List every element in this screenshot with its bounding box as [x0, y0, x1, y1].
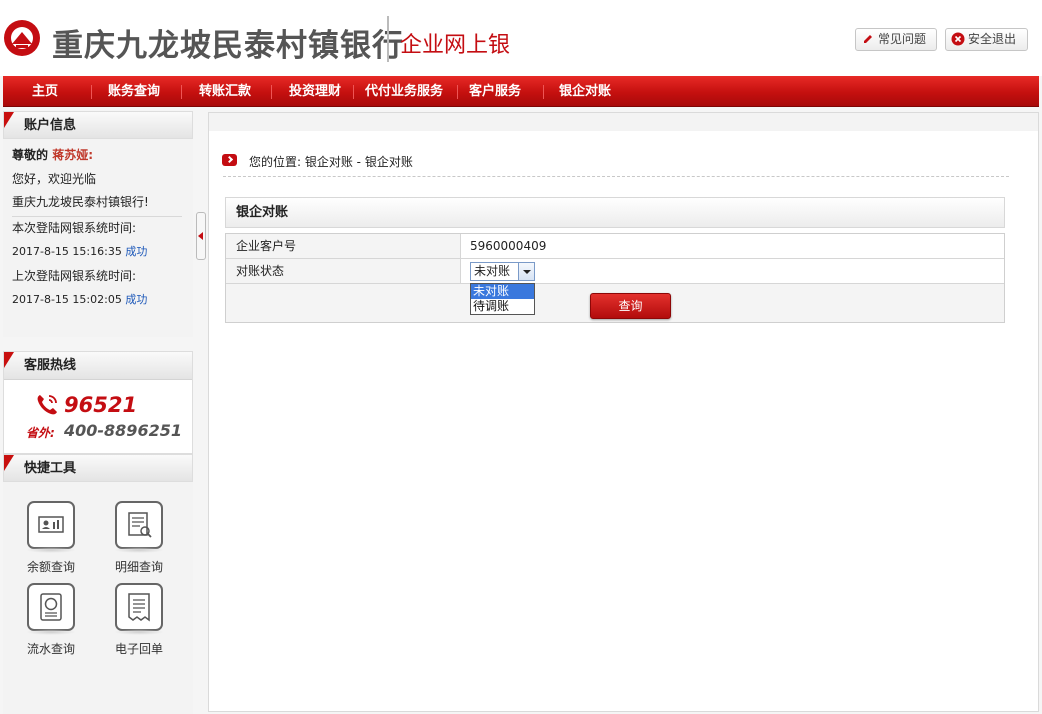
hotline-panel: 客服热线 96521 省外: 400-8896251 [3, 351, 193, 454]
nav-home[interactable]: 主页 [32, 76, 58, 107]
account-info-header: 账户信息 [3, 111, 193, 139]
account-info-title: 账户信息 [24, 118, 77, 133]
logout-label: 安全退出 [968, 32, 1017, 46]
nav-separator [543, 85, 544, 99]
main-content: 您的位置: 银企对账 - 银企对账 银企对账 企业客户号 5960000409 … [208, 112, 1039, 712]
last-login-line: 2017-8-15 15:02:05 成功 [12, 291, 147, 307]
nav-payment-service[interactable]: 代付业务服务 [365, 76, 443, 107]
tool-e-receipt[interactable]: 电子回单 [104, 583, 174, 665]
chevron-left-icon [198, 232, 203, 240]
last-login-status[interactable]: 成功 [125, 293, 147, 306]
nav-separator [271, 85, 272, 99]
breadcrumb: 您的位置: 银企对账 - 银企对账 [249, 155, 413, 169]
status-selected-value: 未对账 [474, 264, 511, 278]
quick-tools-title: 快捷工具 [24, 461, 77, 476]
corner-marker [4, 112, 14, 128]
tool-shadow [26, 547, 76, 553]
form-row-status: 对账状态 [226, 259, 1004, 284]
form-button-row: 查询 [226, 284, 1004, 322]
customer-name: 蒋苏娅: [52, 148, 94, 162]
sidebar-collapse-handle[interactable] [196, 212, 206, 260]
hotline-out-label: 省外: [26, 426, 55, 440]
header: 重庆九龙坡民泰村镇银行 企业网上银 常见问题 安全退出 [0, 0, 1042, 76]
hotline-header: 客服热线 [4, 352, 192, 380]
nav-separator [353, 85, 354, 99]
this-login-line: 2017-8-15 15:16:35 成功 [12, 243, 147, 259]
status-option-pending-adjust[interactable]: 待调账 [471, 299, 534, 314]
this-login-status[interactable]: 成功 [125, 245, 147, 258]
tool-shadow [114, 629, 164, 635]
nav-separator [91, 85, 92, 99]
tool-shadow [26, 629, 76, 635]
tool-statement-query[interactable]: 流水查询 [16, 583, 86, 665]
nav-transfer[interactable]: 转账汇款 [199, 76, 251, 107]
tool-label: 流水查询 [26, 642, 75, 656]
welcome-line-2: 重庆九龙坡民泰村镇银行! [12, 193, 182, 217]
hotline-out-number: 400-8896251 [64, 421, 182, 440]
customer-no-value: 5960000409 [470, 239, 547, 253]
section-title: 银企对账 [225, 197, 1005, 228]
nav-investment[interactable]: 投资理财 [289, 76, 341, 107]
this-login-label: 本次登陆网银系统时间: [12, 221, 137, 235]
pencil-icon [864, 35, 872, 43]
logout-button[interactable]: 安全退出 [945, 28, 1028, 51]
status-select[interactable]: 未对账 [470, 262, 535, 281]
status-label: 对账状态 [226, 259, 461, 283]
last-login-label: 上次登陆网银系统时间: [12, 269, 137, 283]
tool-shadow [114, 547, 164, 553]
faq-label: 常见问题 [878, 32, 927, 46]
chevron-down-icon[interactable] [518, 263, 534, 280]
main-nav: 主页 账务查询 转账汇款 投资理财 代付业务服务 客户服务 银企对账 [3, 76, 1039, 107]
bank-name: 重庆九龙坡民泰村镇银行 [52, 28, 404, 64]
faq-button[interactable]: 常见问题 [855, 28, 937, 51]
reconciliation-form: 企业客户号 5960000409 对账状态 查询 [225, 233, 1005, 323]
last-login-time: 2017-8-15 15:02:05 [12, 293, 122, 306]
account-info-panel: 账户信息 尊敬的 蒋苏娅: 您好，欢迎光临 重庆九龙坡民泰村镇银行! 本次登陆网… [3, 111, 193, 337]
hotline-number: 96521 [64, 393, 138, 417]
tool-balance-query[interactable]: 余额查询 [16, 501, 86, 583]
quick-tools-panel: 快捷工具 余额查询 明细查询 流水查询 电子回单 [3, 454, 193, 714]
greeting-prefix: 尊敬的 [12, 148, 49, 162]
sidebar: 账户信息 尊敬的 蒋苏娅: 您好，欢迎光临 重庆九龙坡民泰村镇银行! 本次登陆网… [3, 111, 193, 714]
tool-label: 余额查询 [26, 560, 75, 574]
main-top-strip [209, 113, 1038, 131]
receipt-icon [115, 583, 163, 631]
welcome-line-1: 您好，欢迎光临 [12, 172, 97, 186]
status-option-unreconciled[interactable]: 未对账 [471, 284, 534, 299]
header-divider [387, 16, 389, 62]
quick-tools-header: 快捷工具 [3, 454, 193, 482]
breadcrumb-divider [223, 176, 1009, 177]
nav-customer-service[interactable]: 客户服务 [469, 76, 521, 107]
status-dropdown-list: 未对账 待调账 [470, 283, 535, 315]
nav-account-query[interactable]: 账务查询 [108, 76, 160, 107]
form-row-customer-no: 企业客户号 5960000409 [226, 234, 1004, 259]
customer-no-label: 企业客户号 [226, 234, 461, 258]
tool-detail-query[interactable]: 明细查询 [104, 501, 174, 583]
close-circle-icon [951, 32, 965, 46]
tool-label: 电子回单 [114, 642, 163, 656]
corner-marker [4, 352, 14, 368]
tool-label: 明细查询 [114, 560, 163, 574]
detail-icon [115, 501, 163, 549]
hotline-title: 客服热线 [24, 358, 77, 373]
breadcrumb-arrow-icon [222, 154, 237, 166]
corner-marker [4, 455, 14, 471]
query-button[interactable]: 查询 [590, 293, 671, 319]
bank-logo-icon [4, 20, 40, 56]
portal-name: 企业网上银 [400, 33, 511, 58]
greeting-line: 尊敬的 蒋苏娅: [12, 146, 93, 163]
phone-icon [37, 395, 57, 415]
this-login-time: 2017-8-15 15:16:35 [12, 245, 122, 258]
statement-icon [27, 583, 75, 631]
nav-separator [181, 85, 182, 99]
hotline-box: 96521 省外: 400-8896251 [4, 380, 192, 453]
balance-icon [27, 501, 75, 549]
nav-reconciliation[interactable]: 银企对账 [559, 76, 611, 107]
nav-separator [457, 85, 458, 99]
